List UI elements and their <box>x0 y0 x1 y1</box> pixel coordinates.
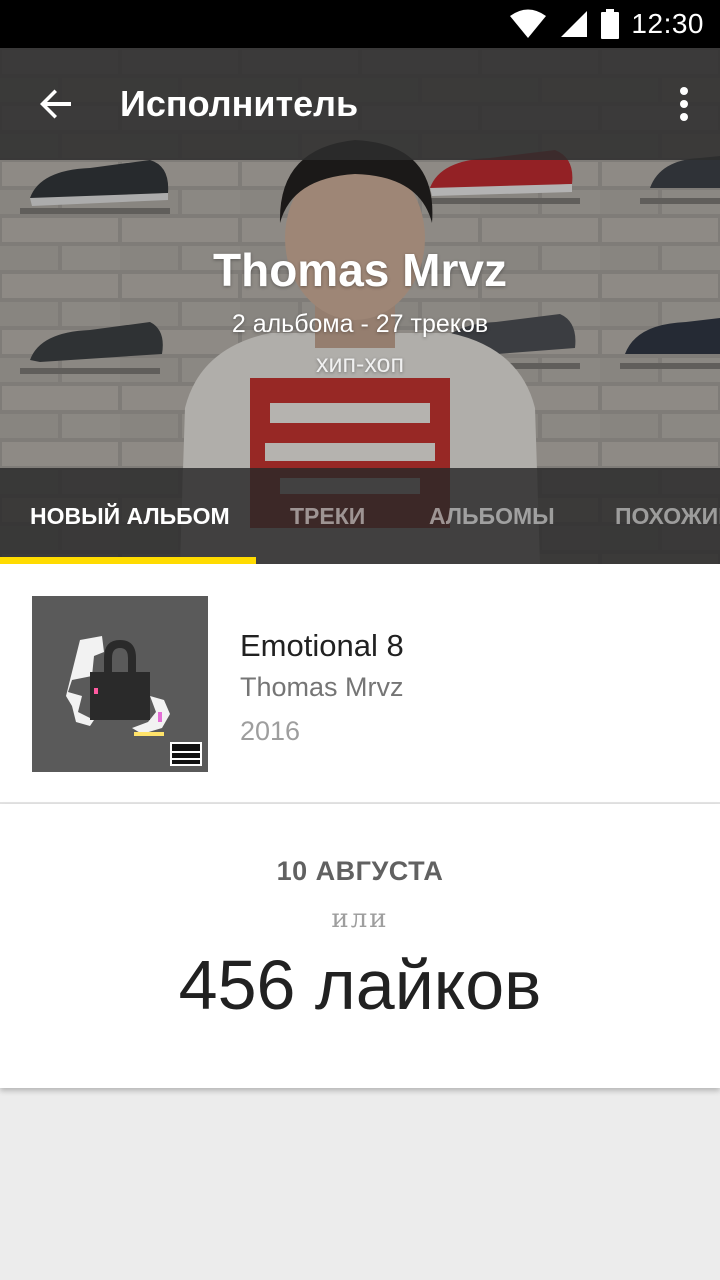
album-year: 2016 <box>240 716 301 746</box>
back-button[interactable] <box>0 48 112 160</box>
tab-indicator <box>0 557 256 564</box>
release-date: 10 АВГУСТА <box>276 856 444 886</box>
wifi-icon <box>510 9 547 38</box>
artist-name: Thomas Mrvz <box>213 244 507 296</box>
artist-genre: хип-хоп <box>316 350 404 378</box>
battery-icon <box>601 9 620 39</box>
artist-stats: 2 альбома - 27 треков <box>231 310 489 338</box>
album-cover[interactable] <box>32 596 208 772</box>
release-card: 10 АВГУСТА или 456 лайков <box>0 804 720 1088</box>
tab-bar: НОВЫЙ АЛЬБОМ ТРЕКИ АЛЬБОМЫ ПОХОЖИЕ <box>0 468 720 564</box>
artist-info: Thomas Mrvz 2 альбома - 27 треков хип-хо… <box>0 240 720 380</box>
status-time: 12:30 <box>631 8 704 39</box>
tab-tracks[interactable]: ТРЕКИ <box>290 468 365 564</box>
cell-signal-icon <box>561 11 588 37</box>
app-bar: Исполнитель <box>0 48 720 160</box>
album-title[interactable]: Emotional 8 <box>240 628 404 664</box>
release-or-text: или <box>331 904 389 934</box>
more-vert-icon <box>680 87 688 121</box>
page-title: Исполнитель <box>120 83 359 124</box>
album-artist: Thomas Mrvz <box>240 672 404 702</box>
status-bar: 12:30 <box>0 0 720 48</box>
more-options-button[interactable] <box>648 48 720 160</box>
arrow-back-icon <box>40 89 71 119</box>
album-card[interactable]: Emotional 8 Thomas Mrvz 2016 <box>0 564 720 802</box>
album-cover-art <box>32 596 208 772</box>
tab-new-album[interactable]: НОВЫЙ АЛЬБОМ <box>30 468 230 564</box>
tab-albums[interactable]: АЛЬБОМЫ <box>429 468 555 564</box>
likes-count: 456 лайков <box>178 946 542 1024</box>
tab-similar[interactable]: ПОХОЖИЕ <box>615 468 720 564</box>
